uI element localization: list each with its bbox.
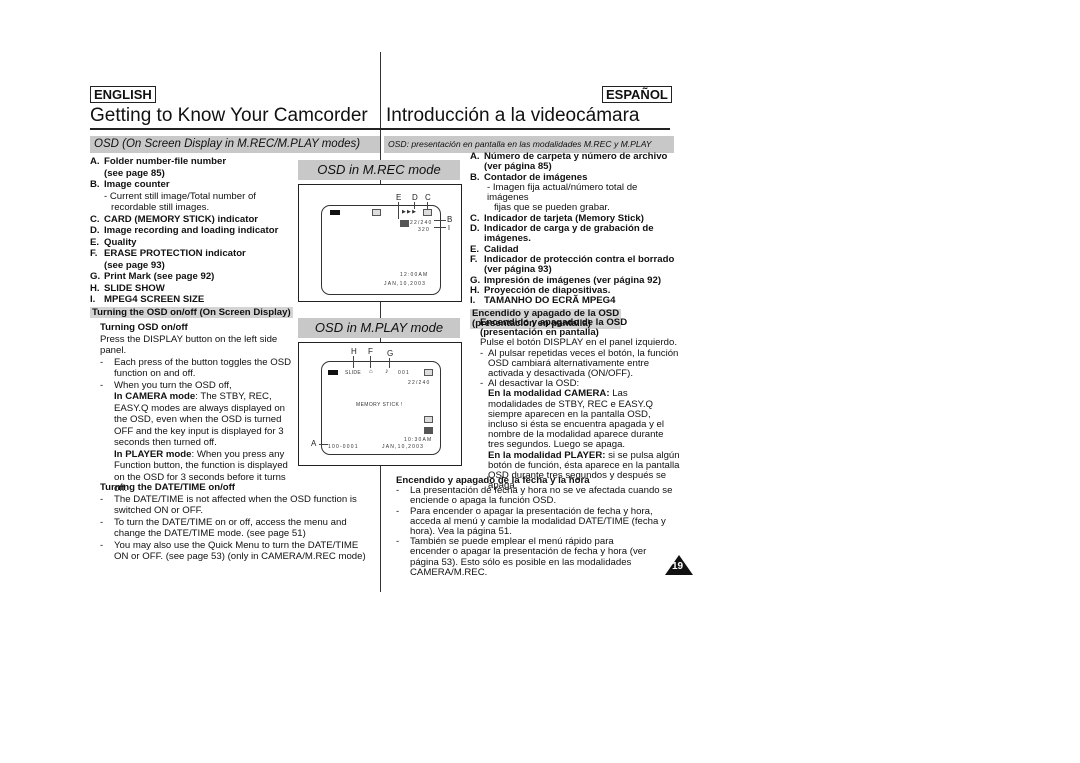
screen-size: 320 (418, 227, 430, 233)
legend-item: B. Image counter (90, 179, 170, 190)
osd-onoff-heading-english: Turning the OSD on/off (On Screen Displa… (90, 306, 293, 318)
slide-show-indicator: SLIDE (345, 370, 361, 376)
page-number-badge: 19 (665, 555, 693, 575)
image-counter: 22/240 (410, 220, 433, 226)
memory-stick-icon (423, 209, 432, 216)
osd-time: 12:00AM (400, 272, 429, 278)
legend-item: A. Folder number-file number (90, 156, 227, 167)
callout-line (389, 358, 390, 368)
osd-date: JAN,10,2003 (382, 444, 425, 450)
legend-item: I. TAMANHO DO ECRÃ MPEG4 (470, 295, 616, 307)
erase-protection-icon: ⌂ (369, 369, 374, 375)
bullet: - Al pulsar repetidas veces el botón, la … (480, 347, 679, 380)
spanish-osd-instructions: Encendido y apagado de la OSD (presentac… (480, 317, 680, 491)
bullet: - You may also use the Quick Menu to turn… (100, 539, 366, 563)
callout-label-f: F (368, 347, 373, 356)
legend-subtext: recordable still images. (111, 202, 210, 213)
english-osd-instructions: Turning OSD on/off Press the DISPLAY but… (90, 322, 300, 495)
bullet: - The DATE/TIME is not affected when the … (100, 493, 357, 517)
bullet: - Para encender o apagar la presentación … (396, 505, 666, 538)
section-heading-english: OSD (On Screen Display in M.REC/M.PLAY m… (90, 136, 380, 153)
language-label-spanish: ESPAÑOL (602, 86, 672, 103)
english-datetime-section: Turning the DATE/TIME on/off - The DATE/T… (90, 482, 375, 563)
quality-icon (400, 220, 409, 227)
callout-label-g: G (387, 349, 394, 358)
bullet: - La presentación de fecha y hora no se v… (396, 485, 673, 507)
page-title-spanish: Introducción a la videocámara (386, 105, 640, 126)
callout-label-i: I (448, 225, 450, 232)
print-mark-icon: ♪ (385, 368, 390, 375)
english-legend-list: A. Folder number-file number (see page 85… (90, 156, 295, 318)
legend-item: G. Print Mark (see page 92) (90, 271, 215, 282)
osd-play-diagram: SLIDE ⌂ ♪ 001 22/240 MEMORY STICK ! 10:3… (298, 342, 462, 466)
legend-item: I. MPEG4 SCREEN SIZE (90, 294, 205, 305)
osd-time: 10:30AM (404, 437, 433, 443)
memory-stick-icon (424, 369, 433, 376)
callout-label-d: D (412, 193, 418, 202)
mpeg4-size-icon (424, 416, 433, 423)
osd-rec-screen: ▶▶▶ 22/240 320 12:00AM JAN,10,2003 (321, 205, 441, 295)
spanish-datetime-section: Encendido y apagado de la fecha y la hor… (396, 475, 686, 578)
legend-item: C. CARD (MEMORY STICK) indicator (90, 213, 259, 225)
callout-line (434, 220, 446, 221)
callout-line (427, 202, 428, 209)
recording-indicator-icon: ▶▶▶ (402, 209, 418, 215)
image-counter: 22/240 (408, 380, 431, 386)
callout-line (370, 356, 371, 368)
legend-item: (see page 93) (104, 259, 165, 271)
battery-icon (330, 210, 340, 215)
page-title-english: Getting to Know Your Camcorder (90, 105, 368, 126)
callout-line (398, 202, 399, 219)
folder-file-number: 100-0001 (328, 444, 359, 450)
legend-subtext: - Current still image/Total number of (104, 190, 256, 202)
language-label-english: ENGLISH (90, 86, 156, 103)
bullet: - También se puede emplear el menú rápido… (396, 536, 647, 578)
spanish-legend-list: A. Número de carpeta y número de archivo … (470, 151, 675, 330)
legend-subtext: - Imagen fija actual/número total de imá… (487, 181, 638, 204)
bullet: - When you turn the OSD off, In CAMERA m… (100, 379, 288, 495)
print-count: 001 (398, 370, 410, 376)
callout-label-c: C (425, 193, 431, 202)
osd-play-screen: SLIDE ⌂ ♪ 001 22/240 MEMORY STICK ! 10:3… (321, 361, 441, 455)
quality-icon (424, 427, 433, 434)
page-number: 19 (672, 561, 684, 572)
legend-item: F. ERASE PROTECTION indicator (90, 248, 246, 259)
callout-line (319, 444, 328, 445)
legend-item: D. Image recording and loading indicator (90, 225, 279, 236)
callout-line (434, 227, 446, 228)
osd-rec-diagram: ▶▶▶ 22/240 320 12:00AM JAN,10,2003 E D C… (298, 184, 462, 302)
header-rule (90, 128, 670, 130)
battery-icon (328, 370, 338, 375)
callout-line (353, 356, 354, 368)
legend-item: E. Quality (90, 236, 137, 248)
memory-stick-message: MEMORY STICK ! (356, 402, 403, 408)
callout-label-a: A (311, 439, 317, 448)
callout-label-h: H (351, 347, 357, 356)
callout-label-b: B (447, 215, 453, 224)
turning-osd-title: Turning OSD on/off (100, 322, 188, 333)
camera-mode-icon (372, 209, 381, 216)
legend-item: H. SLIDE SHOW (90, 282, 165, 294)
osd-rec-heading: OSD in M.REC mode (298, 160, 460, 180)
legend-item: (see page 85) (104, 167, 165, 179)
callout-line (414, 202, 415, 209)
osd-play-heading: OSD in M.PLAY mode (298, 318, 460, 338)
bullet: - Each press of the button toggles the OS… (100, 356, 292, 380)
datetime-title-english: Turning the DATE/TIME on/off (100, 482, 235, 493)
osd-date: JAN,10,2003 (384, 281, 427, 287)
bullet: - To turn the DATE/TIME on or off, access… (100, 516, 347, 540)
callout-label-e: E (396, 193, 402, 202)
press-display-text: Press the DISPLAY button on the left sid… (100, 333, 278, 357)
